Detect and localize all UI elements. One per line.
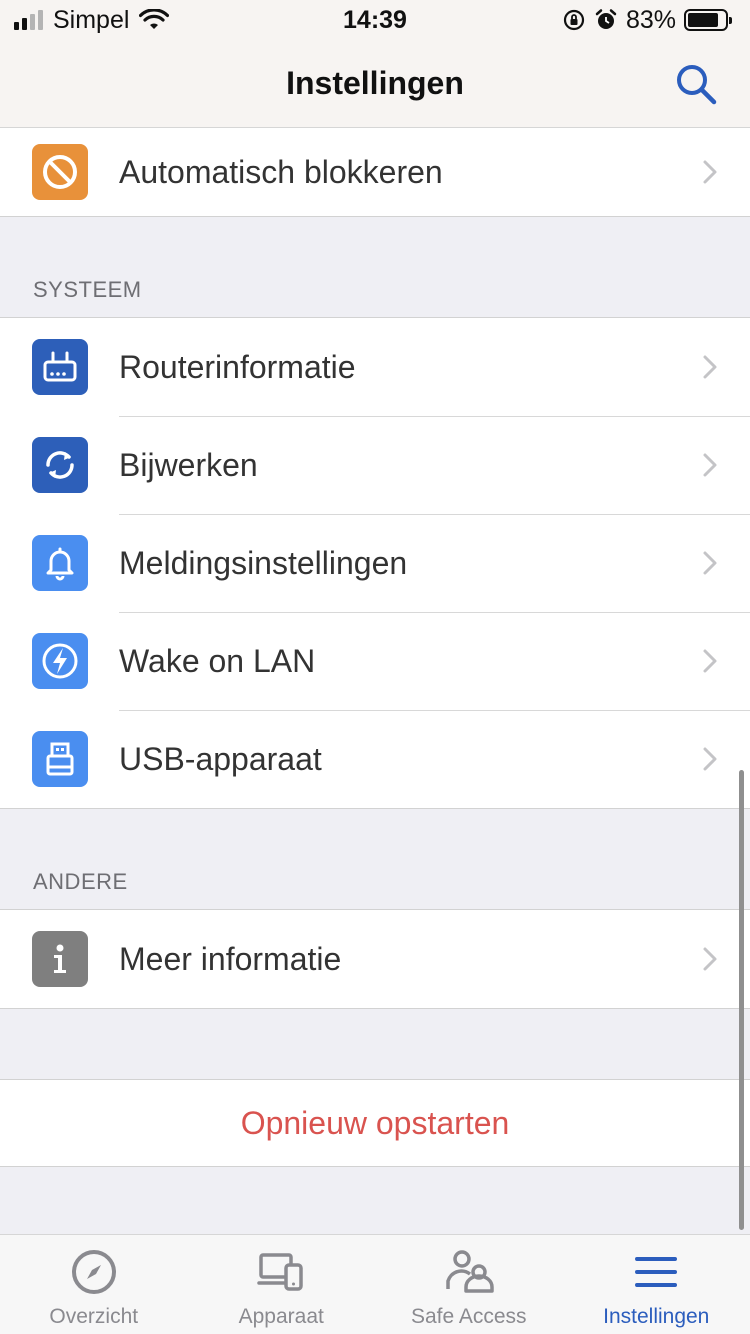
lightning-icon	[32, 633, 88, 689]
settings-list: Automatisch blokkeren SYSTEEM Routerinfo…	[0, 128, 750, 1167]
tab-label: Instellingen	[603, 1305, 710, 1328]
row-label: USB-apparaat	[119, 740, 322, 777]
bell-icon	[32, 535, 88, 591]
chevron-right-icon	[703, 453, 717, 477]
tab-bar: Overzicht Apparaat Safe Access Instellin…	[0, 1234, 750, 1334]
battery-percent: 83%	[625, 5, 676, 34]
page-title: Instellingen	[286, 65, 464, 101]
status-right: 83%	[562, 5, 732, 35]
settings-row-wake-on-lan[interactable]: Wake on LAN	[0, 612, 750, 710]
tab-settings[interactable]: Instellingen	[563, 1235, 750, 1334]
carrier-name: Simpel	[53, 5, 130, 34]
info-icon	[32, 931, 88, 987]
search-icon[interactable]	[672, 60, 720, 108]
chevron-right-icon	[703, 747, 717, 771]
row-label: Meer informatie	[119, 940, 342, 977]
status-left: Simpel	[14, 5, 170, 35]
settings-row-notifications[interactable]: Meldingsinstellingen	[0, 514, 750, 612]
tab-safe-access[interactable]: Safe Access	[375, 1235, 563, 1334]
chevron-right-icon	[703, 649, 717, 673]
section-header-other: ANDERE	[33, 869, 128, 894]
signal-icon	[14, 10, 43, 30]
restart-button[interactable]: Opnieuw opstarten	[0, 1079, 750, 1167]
top-group: Automatisch blokkeren	[0, 128, 750, 217]
settings-row-usb-device[interactable]: USB-apparaat	[0, 710, 750, 808]
refresh-icon	[32, 437, 88, 493]
chevron-right-icon	[703, 947, 717, 971]
tab-device[interactable]: Apparaat	[188, 1235, 376, 1334]
other-group: Meer informatie	[0, 909, 750, 1009]
settings-row-router-info[interactable]: Routerinformatie	[0, 318, 750, 416]
alarm-icon	[595, 9, 617, 29]
row-label: Routerinformatie	[119, 348, 356, 385]
settings-row-update[interactable]: Bijwerken	[0, 416, 750, 514]
row-label: Meldingsinstellingen	[119, 544, 408, 581]
users-icon	[446, 1250, 494, 1293]
chevron-right-icon	[703, 355, 717, 379]
row-label: Automatisch blokkeren	[119, 153, 443, 190]
settings-row-more-info[interactable]: Meer informatie	[0, 910, 750, 1008]
status-bar: Simpel 14:39 83%	[0, 0, 750, 40]
menu-icon	[635, 1257, 678, 1287]
system-group: Routerinformatie Bijwerken Meldingsinste…	[0, 317, 750, 809]
tab-overview[interactable]: Overzicht	[0, 1235, 188, 1334]
rotation-lock-icon	[563, 9, 585, 31]
wifi-icon	[139, 9, 170, 29]
row-label: Bijwerken	[119, 446, 258, 483]
settings-row-auto-block[interactable]: Automatisch blokkeren	[0, 128, 750, 216]
tab-label: Overzicht	[49, 1305, 139, 1328]
chevron-right-icon	[703, 160, 717, 184]
tab-label: Apparaat	[238, 1305, 324, 1328]
chevron-right-icon	[703, 551, 717, 575]
usb-icon	[32, 731, 88, 787]
compass-icon	[71, 1250, 116, 1294]
devices-icon	[257, 1253, 303, 1291]
block-icon	[32, 144, 88, 200]
router-icon	[32, 339, 88, 395]
row-label: Wake on LAN	[119, 642, 316, 679]
scroll-indicator[interactable]	[739, 770, 744, 1230]
tab-label: Safe Access	[410, 1305, 527, 1328]
battery-icon	[684, 9, 732, 31]
navigation-bar: Instellingen	[0, 40, 750, 128]
section-header-system: SYSTEEM	[33, 277, 142, 302]
restart-label: Opnieuw opstarten	[240, 1104, 510, 1141]
